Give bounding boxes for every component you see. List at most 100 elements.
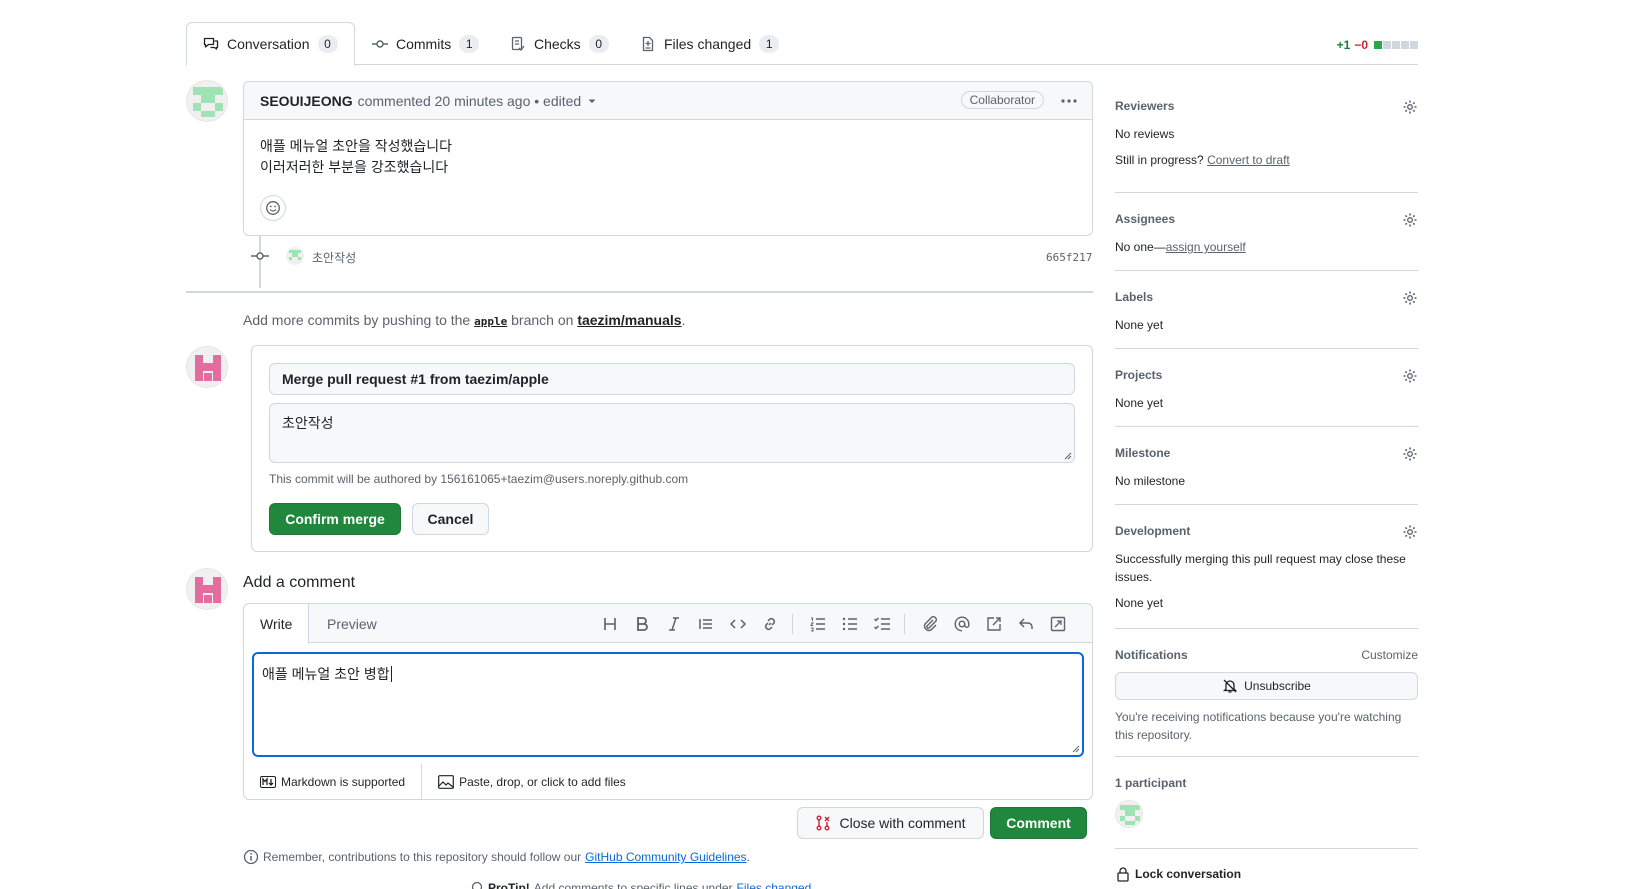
- link-icon[interactable]: [761, 615, 779, 633]
- unsubscribe-label: Unsubscribe: [1244, 679, 1311, 693]
- comment-meta[interactable]: commented 20 minutes ago • edited: [358, 93, 582, 109]
- community-guidelines-link[interactable]: GitHub Community Guidelines: [585, 850, 746, 864]
- chevron-down-icon[interactable]: [587, 96, 597, 106]
- guidelines-note: Remember, contributions to this reposito…: [243, 849, 750, 865]
- push-hint-middle: branch on: [511, 312, 574, 328]
- comment-editor: Write Preview 애플 메뉴얼 초안 병합 Markdown is s…: [243, 603, 1093, 800]
- tab-write[interactable]: Write: [244, 604, 310, 644]
- sidebar-divider: [1115, 628, 1418, 629]
- heading-icon[interactable]: [601, 615, 619, 633]
- gear-icon[interactable]: [1402, 524, 1418, 540]
- tab-files-changed[interactable]: Files changed 1: [624, 22, 795, 65]
- code-icon[interactable]: [729, 615, 747, 633]
- convert-to-draft-link[interactable]: Convert to draft: [1207, 153, 1290, 167]
- unordered-list-icon[interactable]: [841, 615, 859, 633]
- markdown-icon: [260, 776, 276, 788]
- close-with-comment-button[interactable]: Close with comment: [797, 807, 984, 839]
- tab-conversation[interactable]: Conversation 0: [186, 22, 355, 66]
- avatar[interactable]: [186, 80, 228, 122]
- assignees-title[interactable]: Assignees: [1115, 212, 1418, 226]
- unsubscribe-button[interactable]: Unsubscribe: [1115, 672, 1418, 700]
- cancel-button[interactable]: Cancel: [412, 503, 489, 535]
- kebab-horizontal-icon[interactable]: [1060, 94, 1078, 108]
- projects-title[interactable]: Projects: [1115, 368, 1418, 382]
- assign-yourself-link[interactable]: assign yourself: [1166, 240, 1246, 254]
- comment-line: 이러저러한 부분을 강조했습니다: [260, 159, 449, 175]
- tab-conversation-count: 0: [317, 35, 338, 53]
- task-list-icon[interactable]: [873, 615, 891, 633]
- pr-description-comment: SEOUIJEONG commented 20 minutes ago • ed…: [243, 81, 1093, 236]
- gear-icon[interactable]: [1402, 290, 1418, 306]
- gear-icon[interactable]: [1402, 99, 1418, 115]
- guidelines-prefix: Remember, contributions to this reposito…: [263, 850, 582, 864]
- quote-icon[interactable]: [697, 615, 715, 633]
- resize-handle-icon[interactable]: [1064, 452, 1072, 460]
- resize-handle-icon[interactable]: [1072, 745, 1080, 753]
- markdown-note[interactable]: Markdown is supported: [244, 764, 423, 800]
- reviewers-title[interactable]: Reviewers: [1115, 99, 1418, 113]
- fullscreen-icon[interactable]: [1049, 615, 1067, 633]
- bold-icon[interactable]: [633, 615, 651, 633]
- sidebar-divider: [1115, 348, 1418, 349]
- projects-value: None yet: [1115, 396, 1164, 410]
- notifications-desc: You're receiving notifications because y…: [1115, 710, 1402, 742]
- mention-icon[interactable]: [953, 615, 971, 633]
- reviewers-progress-text: Still in progress?: [1115, 153, 1204, 167]
- attach-files[interactable]: Paste, drop, or click to add files: [422, 775, 642, 789]
- commit-sha-link[interactable]: 665f217: [1046, 251, 1092, 264]
- checklist-icon: [511, 36, 525, 51]
- comment-button[interactable]: Comment: [990, 807, 1087, 839]
- labels-value: None yet: [1115, 318, 1164, 332]
- tab-checks[interactable]: Checks 0: [494, 22, 625, 65]
- cross-reference-icon[interactable]: [985, 615, 1003, 633]
- reviewers-progress: Still in progress? Convert to draft: [1115, 153, 1418, 167]
- bell-slash-icon: [1223, 679, 1238, 693]
- push-hint: Add more commits by pushing to the apple…: [243, 312, 685, 328]
- reviewers-value: No reviews: [1115, 127, 1175, 141]
- tab-commits-count: 1: [459, 34, 480, 53]
- push-hint-prefix: Add more commits by pushing to the: [243, 312, 471, 328]
- add-comment-heading: Add a comment: [243, 574, 356, 591]
- milestone-value: No milestone: [1115, 474, 1186, 488]
- italic-icon[interactable]: [665, 615, 683, 633]
- lock-conversation[interactable]: Lock conversation: [1115, 866, 1418, 882]
- commit-message-link[interactable]: 초안작성: [312, 249, 356, 266]
- customize-link[interactable]: Customize: [1361, 648, 1418, 662]
- reply-icon[interactable]: [1017, 615, 1035, 633]
- avatar[interactable]: [186, 568, 228, 610]
- files-changed-link[interactable]: Files changed: [737, 881, 812, 889]
- merge-title-input[interactable]: Merge pull request #1 from taezim/apple: [269, 363, 1075, 395]
- sidebar-labels: Labels None yet: [1115, 290, 1418, 332]
- paperclip-icon[interactable]: [921, 615, 939, 633]
- smiley-icon: [266, 201, 280, 215]
- gear-icon[interactable]: [1402, 212, 1418, 228]
- avatar[interactable]: [186, 346, 228, 388]
- comment-textarea[interactable]: 애플 메뉴얼 초안 병합: [252, 652, 1084, 757]
- toolbar-divider: [792, 614, 793, 634]
- tab-conversation-label: Conversation: [227, 36, 310, 52]
- ordered-list-icon[interactable]: [809, 615, 827, 633]
- commit-avatar[interactable]: [286, 247, 304, 265]
- confirm-merge-button[interactable]: Confirm merge: [269, 503, 401, 535]
- attach-files-text: Paste, drop, or click to add files: [459, 775, 626, 789]
- tab-commits[interactable]: Commits 1: [356, 22, 495, 65]
- repo-link[interactable]: taezim/manuals: [577, 312, 681, 328]
- gear-icon[interactable]: [1402, 368, 1418, 384]
- git-commit-icon: [372, 39, 388, 48]
- gear-icon[interactable]: [1402, 446, 1418, 462]
- participant-avatar[interactable]: [1115, 800, 1143, 828]
- labels-title[interactable]: Labels: [1115, 290, 1418, 304]
- merge-body-textarea[interactable]: 초안작성: [269, 403, 1075, 463]
- development-title[interactable]: Development: [1115, 524, 1418, 538]
- tab-files-changed-label: Files changed: [664, 35, 752, 52]
- diffstat-deletions: −0: [1354, 38, 1368, 52]
- tab-preview[interactable]: Preview: [311, 604, 393, 644]
- milestone-title[interactable]: Milestone: [1115, 446, 1418, 460]
- comment-body: 애플 메뉴얼 초안을 작성했습니다 이러저러한 부분을 강조했습니다: [244, 120, 1092, 194]
- branch-name[interactable]: apple: [474, 315, 507, 328]
- sidebar-divider: [1115, 504, 1418, 505]
- add-reaction-button[interactable]: [260, 195, 286, 221]
- git-commit-icon: [251, 252, 269, 260]
- comment-author[interactable]: SEOUIJEONG: [260, 93, 353, 109]
- comment-textarea-value: 애플 메뉴얼 초안 병합: [262, 666, 390, 682]
